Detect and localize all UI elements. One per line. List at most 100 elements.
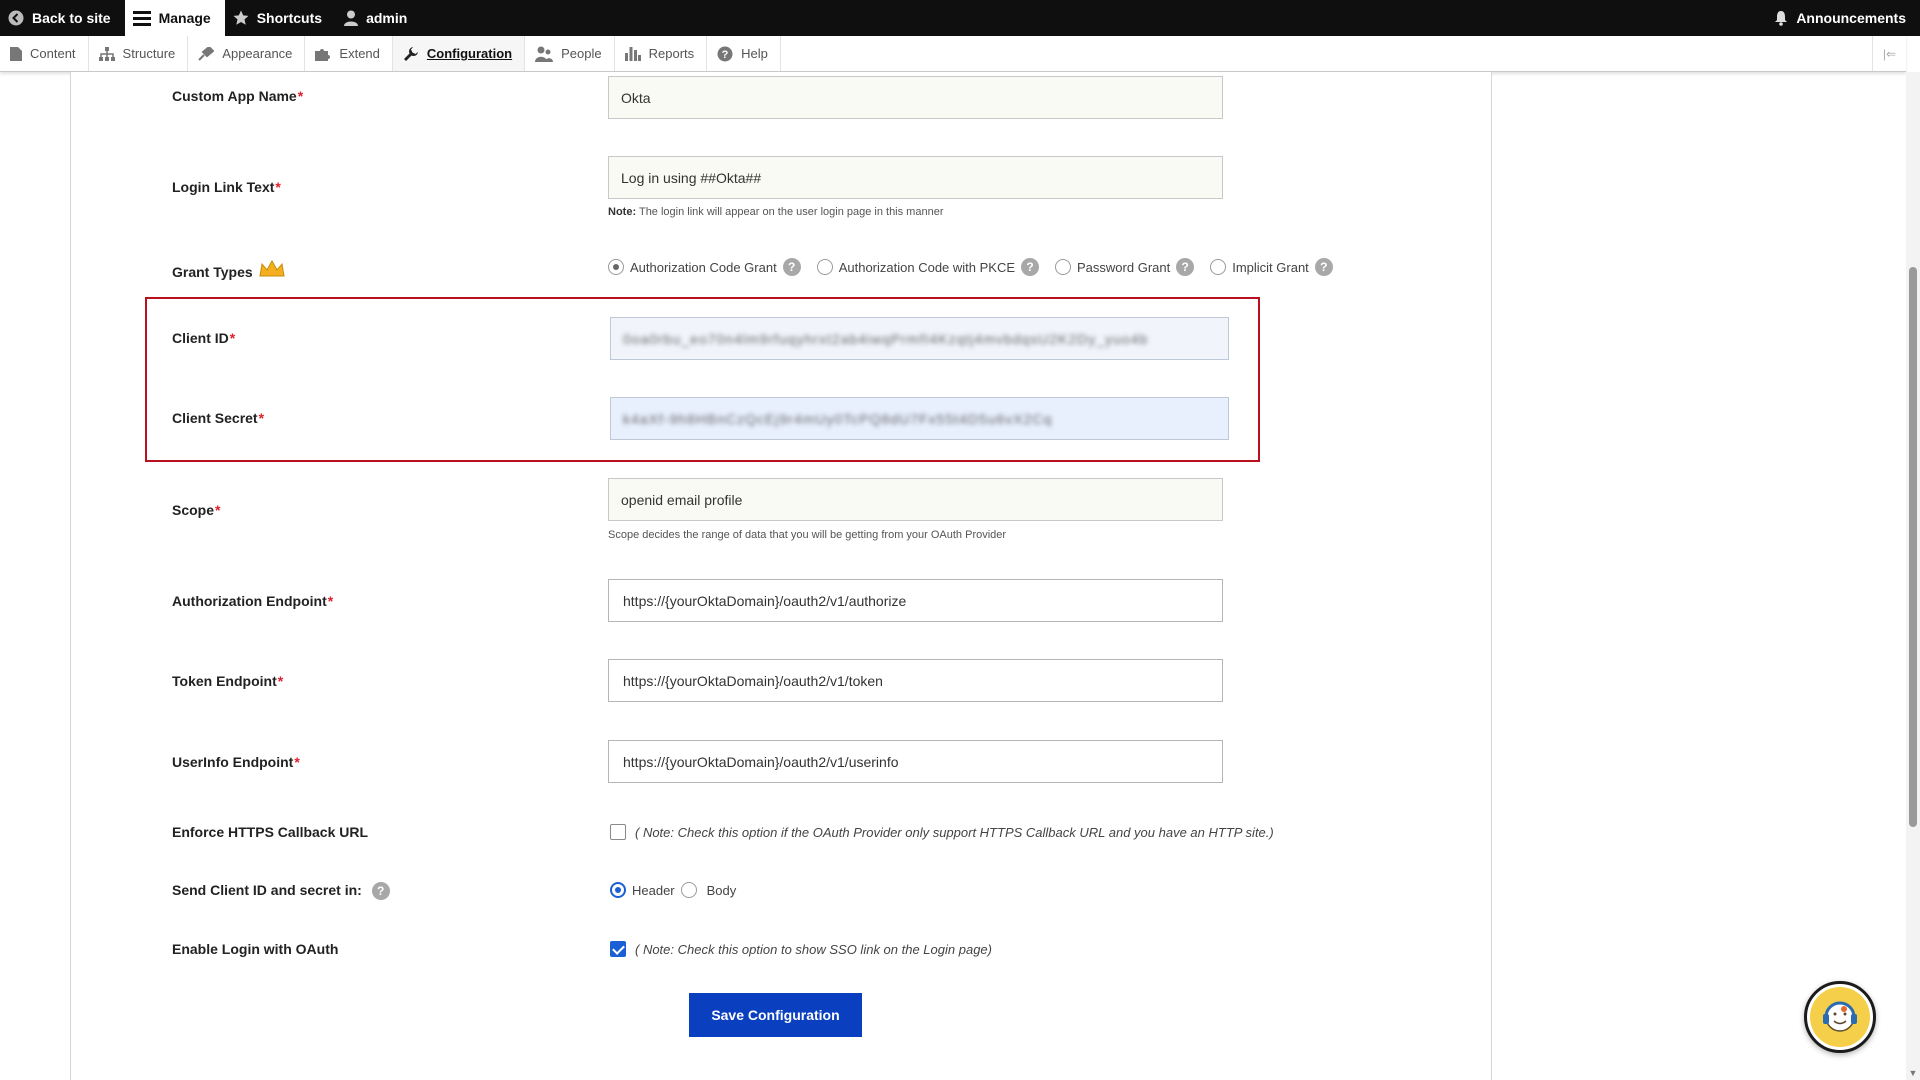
- grant-option-password[interactable]: Password Grant?: [1055, 258, 1195, 276]
- support-chat-button[interactable]: [1804, 981, 1876, 1053]
- help-icon[interactable]: ?: [371, 882, 390, 901]
- tray-label-help: Help: [741, 46, 768, 61]
- login-link-note: Note: The login link will appear on the …: [608, 206, 944, 218]
- svg-text:?: ?: [722, 49, 729, 61]
- authorization-endpoint-input[interactable]: https://{yourOktaDomain}/oauth2/v1/autho…: [608, 579, 1223, 622]
- scope-label: Scope*: [172, 502, 221, 518]
- userinfo-endpoint-label: UserInfo Endpoint*: [172, 754, 300, 770]
- client-secret-input[interactable]: k4aXf-9h8HBnCzQcEj9r4mUy0TcPQ8dU7Fx55t4D…: [610, 397, 1229, 440]
- userinfo-endpoint-input[interactable]: https://{yourOktaDomain}/oauth2/v1/useri…: [608, 740, 1223, 783]
- back-arrow-icon: [8, 10, 24, 26]
- radio-body[interactable]: [680, 882, 697, 898]
- custom-app-name-label: Custom App Name*: [172, 88, 304, 104]
- client-id-input[interactable]: 0oa0rbu_eo70n4lm9rfuqyhrxt2ab4iwqPrmfI4K…: [610, 317, 1229, 360]
- tray-label-people: People: [561, 46, 602, 61]
- grant-label-password: Password Grant: [1077, 259, 1171, 275]
- client-id-value: 0oa0rbu_eo70n4lm9rfuqyhrxt2ab4iwqPrmfI4K…: [623, 330, 1149, 347]
- brush-icon: [198, 46, 215, 61]
- announcements-tab[interactable]: Announcements: [1766, 0, 1920, 36]
- puzzle-icon: [315, 48, 331, 61]
- tray-label-configuration: Configuration: [426, 46, 513, 61]
- tray-item-configuration[interactable]: Configuration: [392, 36, 526, 71]
- help-icon[interactable]: ?: [1176, 258, 1195, 276]
- crown-icon: [258, 259, 285, 277]
- tray-item-help[interactable]: ? Help: [707, 36, 781, 71]
- enable-login-checkbox[interactable]: [610, 941, 626, 957]
- save-configuration-button[interactable]: Save Configuration: [689, 993, 862, 1037]
- user-tab[interactable]: admin: [336, 0, 421, 36]
- grant-label-auth-code: Authorization Code Grant: [630, 259, 777, 275]
- grant-label-pkce: Authorization Code with PKCE: [838, 259, 1016, 275]
- grant-types-label: Grant Types: [172, 259, 285, 280]
- token-endpoint-value: https://{yourOktaDomain}/oauth2/v1/token: [623, 672, 883, 689]
- admin-toolbar: Back to site Manage Shortcuts admin Anno…: [0, 0, 1920, 36]
- help-icon[interactable]: ?: [1021, 258, 1040, 276]
- user-icon: [344, 10, 359, 26]
- support-agent-icon: [1810, 987, 1870, 1047]
- tray-spacer: [781, 36, 1872, 71]
- back-to-site-link[interactable]: Back to site: [0, 0, 125, 36]
- grant-label-implicit: Implicit Grant: [1232, 259, 1309, 275]
- hamburger-icon: [132, 11, 151, 26]
- token-endpoint-input[interactable]: https://{yourOktaDomain}/oauth2/v1/token: [608, 659, 1223, 702]
- star-icon: [233, 10, 249, 25]
- scroll-down-icon[interactable]: ▼: [1908, 1068, 1918, 1078]
- userinfo-endpoint-value: https://{yourOktaDomain}/oauth2/v1/useri…: [623, 753, 899, 770]
- back-to-site-label: Back to site: [32, 10, 111, 26]
- scope-value: openid email profile: [621, 491, 743, 508]
- tray-label-reports: Reports: [648, 46, 695, 61]
- help-icon[interactable]: ?: [1314, 258, 1333, 276]
- client-secret-label: Client Secret*: [172, 410, 265, 426]
- client-id-label: Client ID*: [172, 330, 236, 346]
- grant-option-pkce[interactable]: Authorization Code with PKCE?: [816, 258, 1040, 276]
- tray-item-structure[interactable]: Structure: [89, 36, 189, 71]
- people-icon: [535, 46, 554, 62]
- announcements-label: Announcements: [1796, 10, 1906, 26]
- tray-item-appearance[interactable]: Appearance: [188, 36, 306, 71]
- bell-icon: [1775, 11, 1788, 26]
- radio-auth-code[interactable]: [608, 259, 624, 275]
- send-client-label: Send Client ID and secret in: ?: [172, 882, 390, 901]
- grant-types-group: Authorization Code Grant? Authorization …: [608, 258, 1343, 276]
- page-scrollbar[interactable]: ▼: [1906, 72, 1920, 1080]
- radio-pkce[interactable]: [816, 259, 833, 275]
- authorization-endpoint-value: https://{yourOktaDomain}/oauth2/v1/autho…: [623, 592, 907, 609]
- grant-option-implicit[interactable]: Implicit Grant?: [1210, 258, 1333, 276]
- tray-item-people[interactable]: People: [525, 36, 615, 71]
- manage-label: Manage: [158, 10, 211, 26]
- send-option-body-label: Body: [706, 882, 737, 898]
- enable-login-label: Enable Login with OAuth: [172, 941, 339, 957]
- tray-label-extend: Extend: [339, 46, 380, 61]
- tray-item-extend[interactable]: Extend: [305, 36, 393, 71]
- content-panel: [70, 72, 1492, 1080]
- token-endpoint-label: Token Endpoint*: [172, 673, 284, 689]
- send-client-group: Header Body: [610, 882, 736, 898]
- tray-label-appearance: Appearance: [222, 46, 293, 61]
- tray-item-content[interactable]: Content: [0, 36, 89, 71]
- help-icon[interactable]: ?: [782, 258, 801, 276]
- scope-input[interactable]: openid email profile: [608, 478, 1223, 521]
- enforce-https-label: Enforce HTTPS Callback URL: [172, 824, 369, 840]
- tray-label-structure: Structure: [122, 46, 176, 61]
- custom-app-name-input[interactable]: Okta: [608, 76, 1223, 119]
- radio-implicit[interactable]: [1210, 259, 1227, 275]
- radio-header[interactable]: [610, 882, 626, 898]
- tray-orientation-toggle[interactable]: |⇐: [1872, 36, 1906, 71]
- manage-tab[interactable]: Manage: [124, 0, 225, 36]
- scope-note: Scope decides the range of data that you…: [608, 529, 1007, 541]
- authorization-endpoint-label: Authorization Endpoint*: [172, 593, 334, 609]
- enforce-https-checkbox[interactable]: [610, 824, 626, 840]
- grant-option-auth-code[interactable]: Authorization Code Grant?: [608, 258, 801, 276]
- tray-label-content: Content: [30, 46, 76, 61]
- radio-password[interactable]: [1055, 259, 1072, 275]
- tray-item-reports[interactable]: Reports: [615, 36, 708, 71]
- document-icon: [10, 46, 22, 61]
- scrollbar-thumb[interactable]: [1909, 267, 1917, 827]
- shortcuts-tab[interactable]: Shortcuts: [225, 0, 336, 36]
- enable-login-note: ( Note: Check this option to show SSO li…: [635, 942, 992, 957]
- bar-chart-icon: [624, 46, 641, 61]
- login-link-text-input[interactable]: Log in using ##Okta##: [608, 156, 1223, 199]
- question-circle-icon: ?: [717, 46, 733, 61]
- send-option-header-label: Header: [632, 882, 675, 898]
- admin-tray: Content Structure Appearance Extend Conf…: [0, 36, 1906, 72]
